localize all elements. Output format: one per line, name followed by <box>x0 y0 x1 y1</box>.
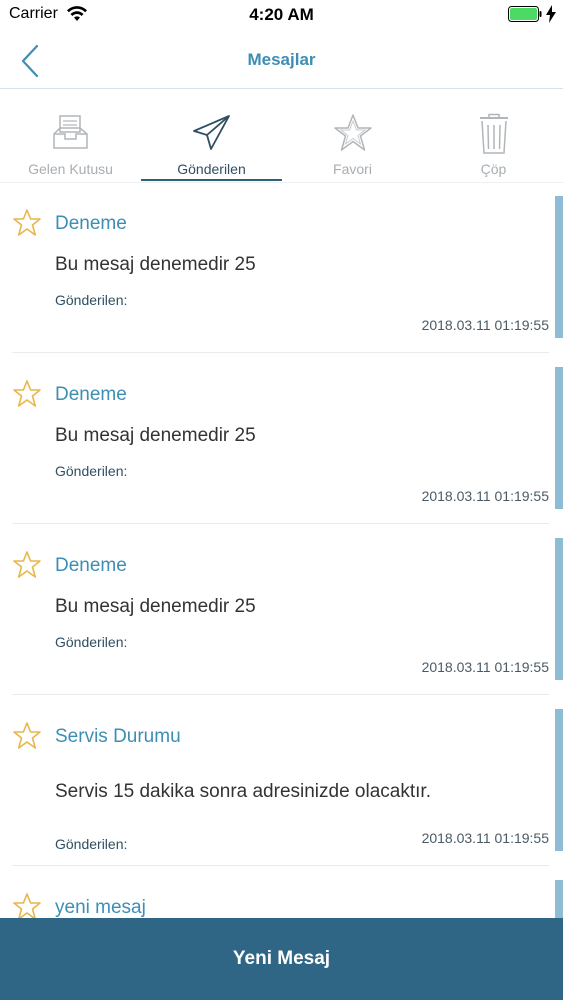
tab-label: Favori <box>333 161 372 177</box>
tab-label: Gönderilen <box>177 161 246 177</box>
new-message-button[interactable]: Yeni Mesaj <box>0 918 563 1000</box>
message-body: Bu mesaj denemedir 25 <box>55 596 256 617</box>
tab-bar: Gelen Kutusu Gönderilen Favori Çöp <box>0 89 563 183</box>
message-date: 2018.03.11 01:19:55 <box>421 488 549 504</box>
tab-label: Çöp <box>480 161 507 177</box>
inbox-icon <box>51 113 91 157</box>
message-title: Deneme <box>55 213 127 234</box>
page-title: Mesajlar <box>247 50 316 69</box>
card-side-bar <box>555 538 563 680</box>
message-body: Servis 15 dakika sonra adresinizde olaca… <box>55 781 431 802</box>
tab-favorites[interactable]: Favori <box>282 89 423 182</box>
star-icon <box>333 113 373 157</box>
status-bar: Carrier 4:20 AM <box>0 0 563 30</box>
charging-icon <box>546 5 556 27</box>
message-card[interactable]: Servis Durumu Servis 15 dakika sonra adr… <box>0 696 563 866</box>
tab-trash[interactable]: Çöp <box>423 89 563 182</box>
sender-label: Gönderilen: <box>55 836 128 852</box>
tab-sent[interactable]: Gönderilen <box>141 89 282 182</box>
new-message-label: Yeni Mesaj <box>232 948 331 969</box>
active-tab-indicator <box>141 179 282 181</box>
favorite-star-icon[interactable] <box>12 721 42 755</box>
message-card[interactable]: Deneme Bu mesaj denemedir 25 Gönderilen:… <box>0 354 563 524</box>
tab-inbox[interactable]: Gelen Kutusu <box>0 89 141 182</box>
message-title: Deneme <box>55 555 127 576</box>
card-side-bar <box>555 880 563 918</box>
card-side-bar <box>555 367 563 509</box>
message-card[interactable]: Deneme Bu mesaj denemedir 25 Gönderilen:… <box>0 183 563 353</box>
sender-label: Gönderilen: <box>55 292 128 308</box>
card-side-bar <box>555 709 563 851</box>
navigation-bar: Mesajlar <box>0 30 563 89</box>
message-title: Deneme <box>55 384 127 405</box>
favorite-star-icon[interactable] <box>12 892 42 918</box>
battery-icon <box>508 6 542 22</box>
paper-plane-icon <box>191 113 233 157</box>
divider <box>12 523 549 524</box>
divider <box>12 865 549 866</box>
message-card[interactable]: yeni mesaj <box>0 867 563 918</box>
sender-label: Gönderilen: <box>55 634 128 650</box>
message-body: Bu mesaj denemedir 25 <box>55 425 256 446</box>
trash-icon <box>476 113 512 159</box>
favorite-star-icon[interactable] <box>12 208 42 242</box>
message-list: Deneme Bu mesaj denemedir 25 Gönderilen:… <box>0 183 563 918</box>
message-date: 2018.03.11 01:19:55 <box>421 317 549 333</box>
message-body: Bu mesaj denemedir 25 <box>55 254 256 275</box>
card-side-bar <box>555 196 563 338</box>
divider <box>12 352 549 353</box>
favorite-star-icon[interactable] <box>12 379 42 413</box>
sender-label: Gönderilen: <box>55 463 128 479</box>
message-card[interactable]: Deneme Bu mesaj denemedir 25 Gönderilen:… <box>0 525 563 695</box>
message-title: yeni mesaj <box>55 897 146 918</box>
message-date: 2018.03.11 01:19:55 <box>421 830 549 846</box>
divider <box>12 694 549 695</box>
favorite-star-icon[interactable] <box>12 550 42 584</box>
message-date: 2018.03.11 01:19:55 <box>421 659 549 675</box>
clock: 4:20 AM <box>249 5 314 24</box>
tab-label: Gelen Kutusu <box>28 161 113 177</box>
message-title: Servis Durumu <box>55 726 181 747</box>
